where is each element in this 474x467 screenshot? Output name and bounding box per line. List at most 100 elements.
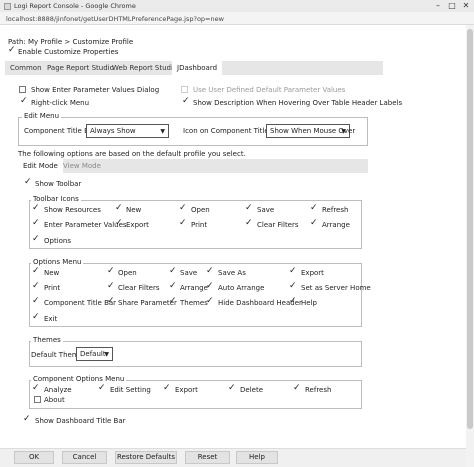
- options-item-component-title-bar: Component Title Bar: [44, 299, 117, 307]
- show-dashboard-title-label: Show Dashboard Title Bar: [35, 417, 126, 425]
- options-item-open: Open: [118, 269, 137, 277]
- options-item-new: New: [44, 269, 60, 277]
- window-title: Logi Report Console - Google Chrome: [14, 2, 136, 10]
- maximize-icon[interactable]: □: [446, 1, 458, 11]
- options-menu-legend: Options Menu: [31, 258, 84, 266]
- toolbar-item-show-resources: Show Resources: [44, 206, 101, 214]
- window-titlebar: Logi Report Console - Google Chrome – □ …: [0, 0, 474, 12]
- show-description-label: Show Description When Hovering Over Tabl…: [193, 99, 403, 107]
- ok-button[interactable]: OK: [14, 451, 54, 464]
- minimize-icon[interactable]: –: [432, 1, 444, 11]
- default-theme-select[interactable]: Default ▼: [76, 347, 113, 361]
- restore-defaults-button[interactable]: Restore Defaults: [115, 451, 177, 464]
- options-item-exit: Exit: [44, 315, 58, 323]
- options-item-checkbox[interactable]: [289, 296, 297, 306]
- scrollbar[interactable]: [466, 25, 474, 467]
- toolbar-item-checkbox[interactable]: [179, 218, 187, 228]
- options-item-checkbox[interactable]: [206, 266, 214, 276]
- toolbar-item-checkbox[interactable]: [32, 234, 40, 244]
- help-button[interactable]: Help: [236, 451, 278, 464]
- component-option-checkbox[interactable]: [32, 383, 40, 393]
- options-item-checkbox[interactable]: [107, 281, 115, 291]
- options-item-checkbox[interactable]: [32, 312, 40, 322]
- toolbar-item-checkbox[interactable]: [245, 203, 253, 213]
- component-option-analyze: Analyze: [44, 386, 72, 394]
- use-user-defined-label: Use User Defined Default Parameter Value…: [193, 86, 346, 94]
- options-item-checkbox[interactable]: [32, 266, 40, 276]
- component-option-checkbox[interactable]: [228, 383, 236, 393]
- icon-title-bar-select[interactable]: Show When Mouse Over ▼: [266, 124, 355, 138]
- chevron-down-icon: ▼: [160, 128, 165, 135]
- toolbar-item-checkbox[interactable]: [310, 203, 318, 213]
- tab-view-mode[interactable]: View Mode: [58, 159, 106, 173]
- options-item-checkbox[interactable]: [289, 266, 297, 276]
- options-item-checkbox[interactable]: [169, 296, 177, 306]
- close-icon[interactable]: ✕: [460, 1, 472, 11]
- options-item-clear-filters: Clear Filters: [118, 284, 160, 292]
- options-item-save-as: Save As: [218, 269, 246, 277]
- options-item-checkbox[interactable]: [289, 281, 297, 291]
- show-toolbar-checkbox[interactable]: [24, 177, 32, 187]
- toolbar-item-checkbox[interactable]: [32, 218, 40, 228]
- tab-edit-mode[interactable]: Edit Mode: [18, 159, 63, 173]
- options-item-checkbox[interactable]: [206, 296, 214, 306]
- default-theme-value: Default: [80, 350, 106, 358]
- chevron-down-icon: ▼: [104, 351, 109, 358]
- tab-jdashboard[interactable]: JDashboard: [172, 61, 223, 75]
- options-item-help: Help: [301, 299, 317, 307]
- component-option-checkbox[interactable]: [163, 383, 171, 393]
- mode-tab-bar: Edit Mode View Mode: [18, 159, 368, 173]
- show-enter-params-checkbox[interactable]: [19, 86, 26, 93]
- options-item-themes: Themes: [180, 299, 208, 307]
- right-click-menu-checkbox[interactable]: [20, 96, 28, 106]
- component-option-export: Export: [175, 386, 198, 394]
- toolbar-item-checkbox[interactable]: [179, 203, 187, 213]
- enable-customize-checkbox[interactable]: [8, 45, 16, 55]
- toolbar-item-save: Save: [257, 206, 275, 214]
- toolbar-item-refresh: Refresh: [322, 206, 349, 214]
- reset-button[interactable]: Reset: [185, 451, 230, 464]
- toolbar-item-checkbox[interactable]: [310, 218, 318, 228]
- tab-common[interactable]: Common: [5, 61, 47, 75]
- options-item-arrange: Arrange: [180, 284, 208, 292]
- edit-menu-legend: Edit Menu: [22, 112, 61, 120]
- chevron-down-icon: ▼: [341, 128, 346, 135]
- use-user-defined-checkbox[interactable]: [181, 86, 188, 93]
- options-item-checkbox[interactable]: [107, 296, 115, 306]
- component-option-checkbox[interactable]: [293, 383, 301, 393]
- options-item-export: Export: [301, 269, 324, 277]
- toolbar-item-checkbox[interactable]: [245, 218, 253, 228]
- address-bar[interactable]: localhost:8888/jinfonet/getUserDHTMLPref…: [0, 12, 474, 25]
- toolbar-item-arrange: Arrange: [322, 221, 350, 229]
- options-item-checkbox[interactable]: [169, 266, 177, 276]
- toolbar-item-print: Print: [191, 221, 208, 229]
- scrollbar-thumb[interactable]: [467, 29, 473, 429]
- breadcrumb: Path: My Profile > Customize Profile: [8, 38, 134, 46]
- component-option-checkbox[interactable]: [34, 396, 41, 403]
- toolbar-item-export: Export: [126, 221, 149, 229]
- show-description-checkbox[interactable]: [182, 96, 190, 106]
- tab-web-report-studio[interactable]: Web Report Studio: [107, 61, 182, 75]
- show-toolbar-label: Show Toolbar: [35, 180, 82, 188]
- cancel-button[interactable]: Cancel: [62, 451, 107, 464]
- options-item-checkbox[interactable]: [107, 266, 115, 276]
- tab-bar: Common Page Report Studio Web Report Stu…: [5, 61, 383, 75]
- app-icon: [4, 3, 11, 10]
- options-item-checkbox[interactable]: [169, 281, 177, 291]
- options-item-checkbox[interactable]: [206, 281, 214, 291]
- options-item-checkbox[interactable]: [32, 281, 40, 291]
- toolbar-item-checkbox[interactable]: [115, 203, 123, 213]
- component-option-about: About: [44, 396, 65, 404]
- component-title-bar-select[interactable]: Always Show ▼: [86, 124, 169, 138]
- toolbar-item-open: Open: [191, 206, 210, 214]
- component-title-bar-value: Always Show: [90, 127, 136, 135]
- toolbar-item-checkbox[interactable]: [32, 203, 40, 213]
- options-item-save: Save: [180, 269, 198, 277]
- toolbar-item-checkbox[interactable]: [115, 218, 123, 228]
- show-dashboard-title-checkbox[interactable]: [23, 414, 31, 424]
- enable-customize-label: Enable Customize Properties: [18, 48, 119, 56]
- component-option-checkbox[interactable]: [98, 383, 106, 393]
- options-item-checkbox[interactable]: [32, 296, 40, 306]
- component-option-refresh: Refresh: [305, 386, 332, 394]
- profile-note: The following options are based on the d…: [18, 150, 246, 158]
